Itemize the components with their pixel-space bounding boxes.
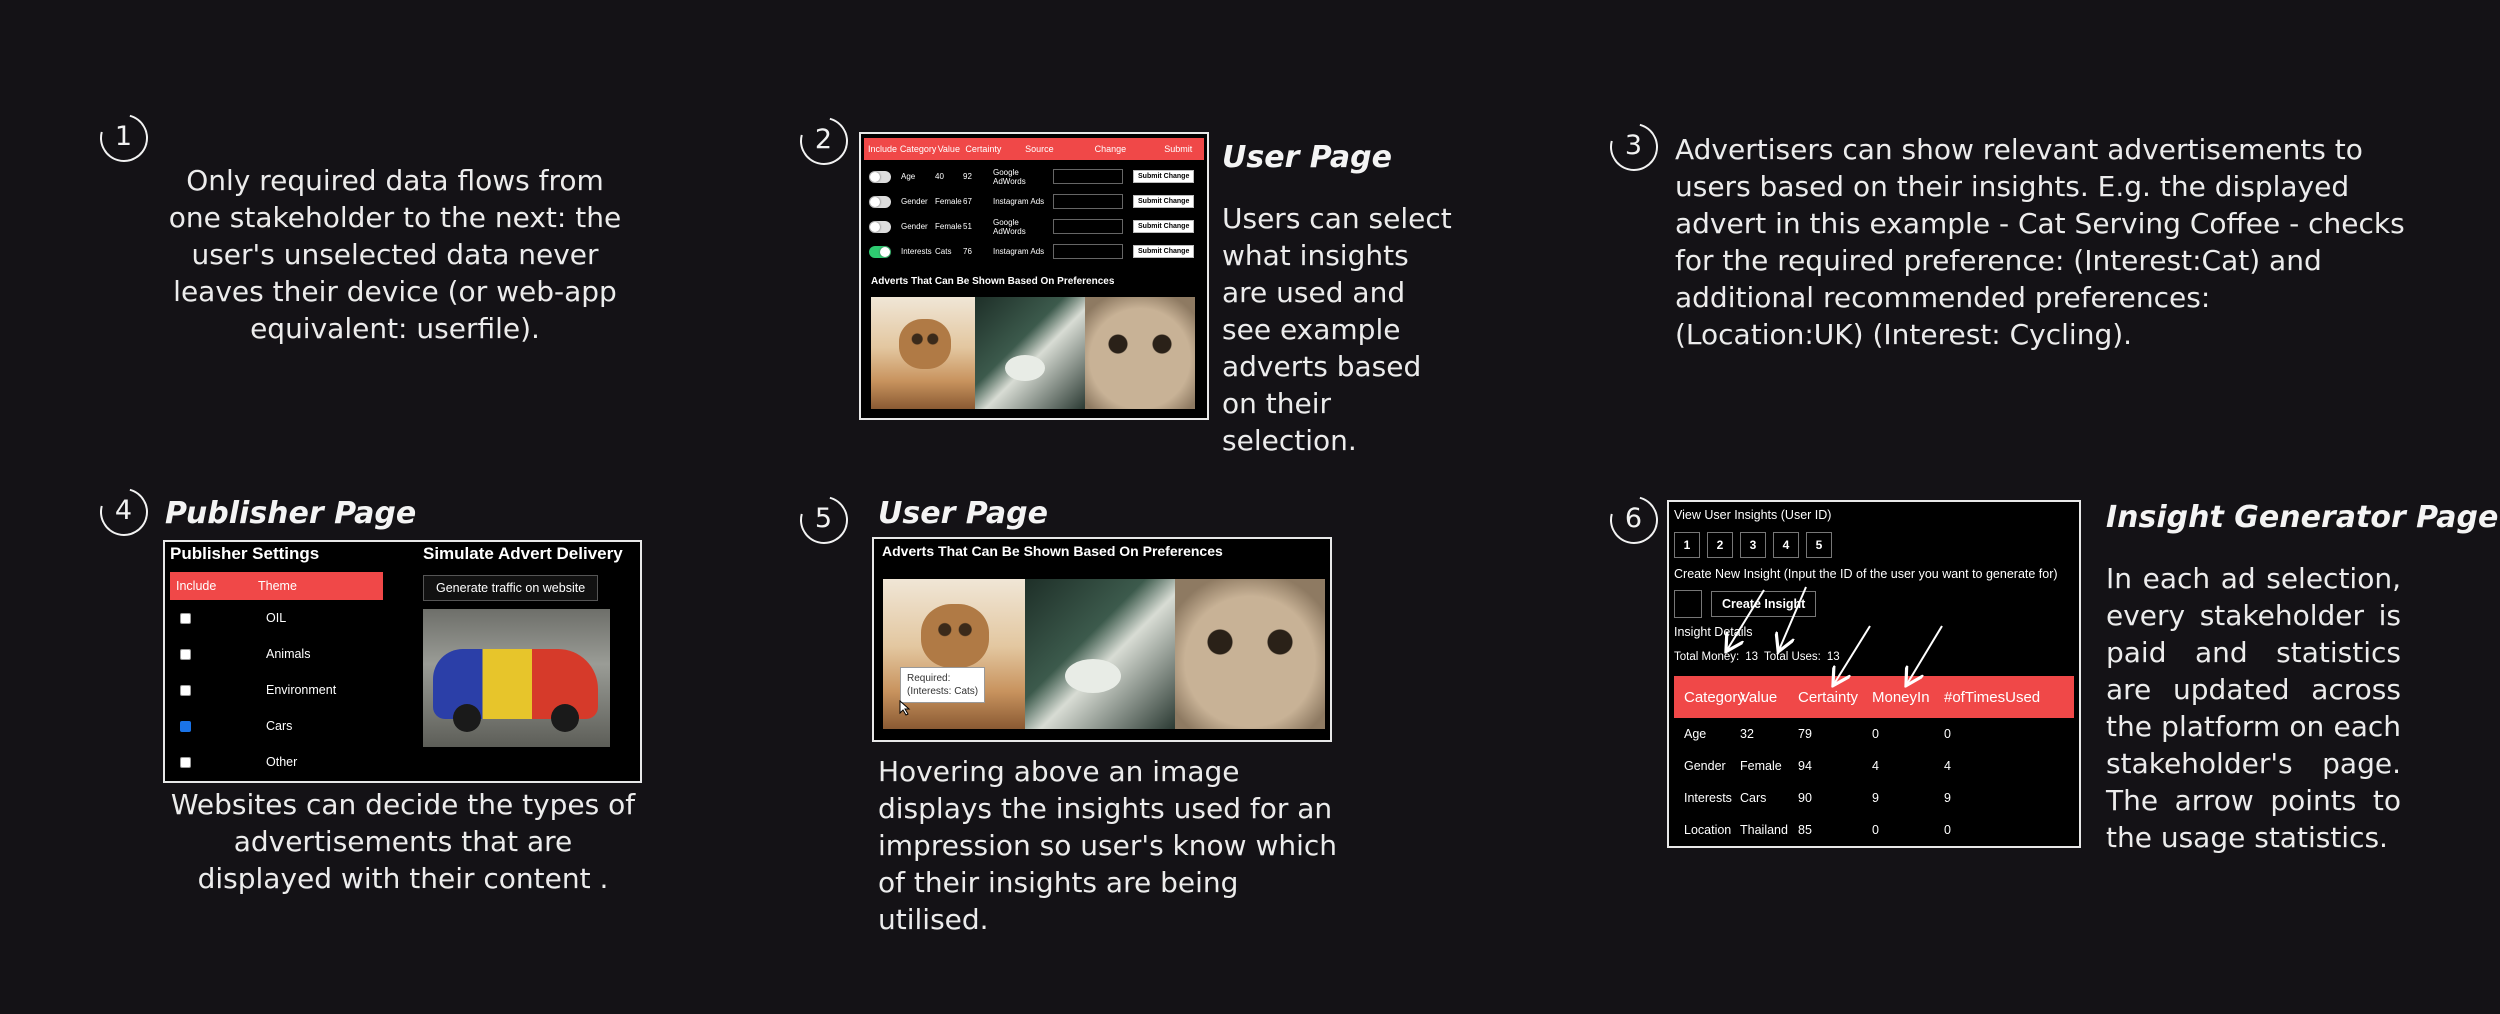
insights-table-header: Include Category Value Certainty Source … — [864, 138, 1204, 160]
submit-change-button[interactable]: Submit Change — [1133, 220, 1195, 233]
theme-row: Cars — [170, 708, 383, 744]
mouse-cursor-icon — [899, 700, 911, 716]
include-checkbox[interactable] — [180, 612, 191, 624]
include-checkbox[interactable] — [180, 648, 191, 660]
section-5-text: Hovering above an image displays the ins… — [878, 755, 1338, 936]
section-5-heading: User Page — [878, 496, 1048, 531]
section-6-text: In each ad selection, every stakeholder … — [2106, 562, 2401, 854]
submit-change-button[interactable]: Submit Change — [1133, 245, 1195, 258]
publisher-settings-title: Publisher Settings — [170, 544, 320, 563]
section-4-heading: Publisher Page — [165, 496, 417, 531]
advert-image-cat-face[interactable] — [1085, 297, 1195, 409]
section-2-heading: User Page — [1222, 140, 1392, 175]
user-page-screenshot: Include Category Value Certainty Source … — [859, 132, 1209, 420]
adverts-title: Adverts That Can Be Shown Based On Prefe… — [871, 276, 1115, 287]
include-toggle[interactable] — [869, 195, 891, 208]
theme-row: Environment — [170, 672, 383, 708]
arrow-icon — [1907, 625, 1943, 684]
change-input[interactable] — [1053, 194, 1123, 209]
include-toggle[interactable] — [869, 170, 891, 183]
insight-row: Interests Cats 76 Instagram Ads Submit C… — [861, 239, 1207, 264]
section-6-heading: Insight Generator Page — [2106, 500, 2499, 535]
theme-table: Include Theme OIL Animals Environment Ca… — [170, 572, 383, 780]
step-number-1: 1 — [91, 105, 157, 171]
advert-image-kitten[interactable] — [871, 297, 975, 409]
change-input[interactable] — [1053, 169, 1123, 184]
section-2-text: Users can select what insights are used … — [1222, 202, 1452, 457]
car-advert-image[interactable] — [423, 609, 610, 747]
arrow-icon — [1727, 589, 1765, 650]
change-input[interactable] — [1053, 244, 1123, 259]
advert-images — [883, 579, 1325, 729]
theme-row: Animals — [170, 636, 383, 672]
theme-table-header: Include Theme — [170, 572, 383, 600]
submit-change-button[interactable]: Submit Change — [1133, 170, 1195, 183]
adverts-title: Adverts That Can Be Shown Based On Prefe… — [882, 543, 1223, 559]
insight-generator-screenshot: View User Insights (User ID) 1 2 3 4 5 C… — [1667, 500, 2081, 848]
insight-row: Gender Female 67 Instagram Ads Submit Ch… — [861, 189, 1207, 214]
theme-row: Other — [170, 744, 383, 780]
include-checkbox[interactable] — [180, 684, 191, 696]
arrow-icon — [1834, 625, 1871, 684]
arrow-icon — [1779, 586, 1807, 650]
simulate-title: Simulate Advert Delivery — [423, 544, 623, 563]
step-number-5: 5 — [791, 487, 857, 553]
include-toggle[interactable] — [869, 220, 891, 233]
insight-tooltip: Required: (Interests: Cats) — [900, 667, 986, 703]
include-toggle[interactable] — [869, 245, 891, 258]
generate-traffic-button[interactable]: Generate traffic on website — [423, 575, 599, 601]
insight-row: Age 40 92 Google AdWords Submit Change — [861, 164, 1207, 189]
step-number-6: 6 — [1601, 487, 1667, 553]
section-4-text: Websites can decide the types of adverti… — [170, 788, 636, 895]
usage-arrows — [1669, 586, 1943, 848]
advert-image-cat-serving-coffee[interactable] — [975, 297, 1085, 409]
insight-row: Gender Female 51 Google AdWords Submit C… — [861, 214, 1207, 239]
include-checkbox[interactable] — [180, 720, 191, 732]
submit-change-button[interactable]: Submit Change — [1133, 195, 1195, 208]
section-3-text: Advertisers can show relevant advertisem… — [1675, 133, 2405, 351]
advert-images — [861, 297, 1207, 409]
section-1-text: Only required data flows from one stakeh… — [168, 164, 622, 345]
advert-image-cat-serving-coffee[interactable] — [1025, 579, 1175, 729]
include-checkbox[interactable] — [180, 756, 191, 768]
step-number-2: 2 — [791, 108, 857, 174]
step-number-3: 3 — [1601, 114, 1667, 180]
advert-image-cat-face[interactable] — [1175, 579, 1325, 729]
user-page-hover-screenshot: Adverts That Can Be Shown Based On Prefe… — [872, 537, 1332, 742]
theme-row: OIL — [170, 600, 383, 636]
step-number-4: 4 — [91, 479, 157, 545]
publisher-page-screenshot: Publisher Settings Include Theme OIL Ani… — [163, 540, 642, 783]
change-input[interactable] — [1053, 219, 1123, 234]
